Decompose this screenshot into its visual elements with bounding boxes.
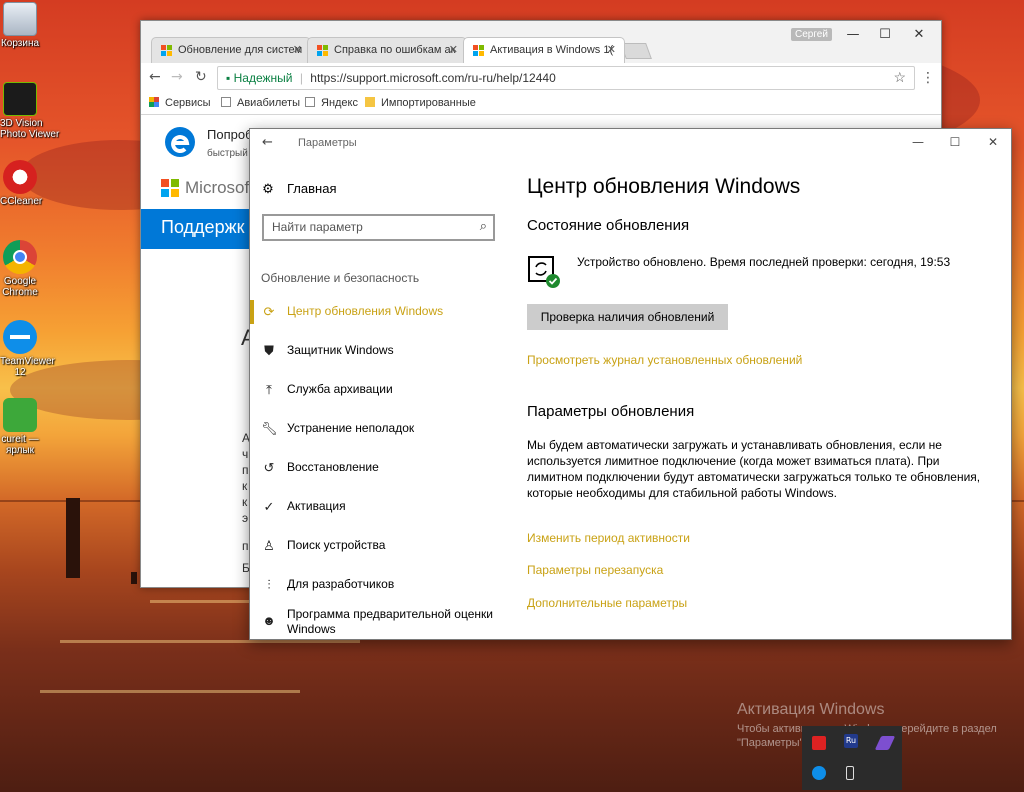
nav-item-insider[interactable]: ☻ Программа предварительной оценки Windo… [250, 607, 512, 641]
microsoft-logo-icon [161, 179, 179, 197]
bookmark-star-icon[interactable]: ☆ [893, 69, 906, 86]
check-circle-icon: ✓ [263, 499, 275, 514]
settings-content: Центр обновления Windows Состояние обнов… [527, 159, 1007, 639]
close-tab-icon[interactable]: ✕ [449, 43, 458, 56]
search-icon[interactable]: ⌕ [480, 218, 487, 234]
pier-post [131, 572, 137, 584]
history-icon: ↺ [263, 460, 275, 475]
page-icon [305, 97, 315, 107]
water-reflection [40, 690, 300, 693]
bookmarks-bar: Сервисы Авиабилеты Яндекс Импортированны… [141, 93, 941, 115]
status-heading: Состояние обновления [527, 217, 690, 234]
bookmark-flights[interactable]: Авиабилеты [221, 97, 300, 109]
wrench-icon: 🔧︎ [261, 421, 278, 436]
maximize-button[interactable]: ☐ [945, 135, 965, 149]
forward-arrow-icon[interactable]: → [171, 69, 183, 85]
gear-icon: ⚙ [262, 181, 274, 196]
usb-icon[interactable] [846, 766, 854, 780]
tray-overflow: Ru [802, 726, 902, 790]
address-bar[interactable]: ▪ Надежный | https://support.microsoft.c… [217, 66, 915, 90]
nav-item-find-device[interactable]: ♙ Поиск устройства [250, 538, 512, 574]
nav-item-backup[interactable]: ⤒ Служба архивации [250, 382, 512, 418]
person-location-icon: ♙ [263, 538, 275, 553]
activation-watermark-title: Активация Windows [737, 701, 885, 718]
folder-icon [365, 97, 375, 107]
teamviewer-icon [3, 320, 37, 354]
nav-item-recovery[interactable]: ↺ Восстановление [250, 460, 512, 496]
nav-item-windows-update[interactable]: ⟳ Центр обновления Windows [250, 300, 512, 340]
profile-button[interactable]: Сергей [791, 28, 832, 41]
settings-window: ← Параметры — ☐ ✕ ⚙ Главная Найти парамет… [249, 128, 1012, 640]
ccleaner-icon [3, 160, 37, 194]
restart-options-link[interactable]: Параметры перезапуска [527, 563, 663, 577]
refresh-icon: ⟳ [263, 304, 275, 319]
browser-tab[interactable]: Обновление для систем ✕ [151, 37, 311, 63]
options-heading: Параметры обновления [527, 403, 695, 420]
close-tab-icon[interactable]: ✕ [607, 43, 616, 56]
3d-vision-icon [3, 82, 37, 116]
advanced-options-link[interactable]: Дополнительные параметры [527, 596, 687, 610]
cat-icon: ☻ [262, 613, 276, 628]
upload-icon: ⤒ [266, 382, 272, 397]
close-button[interactable]: ✕ [905, 25, 933, 45]
ru-icon[interactable]: Ru [844, 734, 858, 748]
update-status-icon [527, 255, 561, 289]
bookmark-yandex[interactable]: Яндекс [305, 97, 358, 109]
lock-icon: ▪ [226, 71, 231, 85]
status-text: Устройство обновлено. Время последней пр… [577, 255, 951, 269]
check-updates-button[interactable]: Проверка наличия обновлений [527, 304, 728, 330]
close-button[interactable]: ✕ [983, 135, 1003, 149]
minimize-button[interactable]: — [908, 135, 928, 149]
bookmark-imported[interactable]: Импортированные [365, 97, 476, 109]
shield-icon: ⛊ [264, 343, 274, 358]
settings-titlebar: ← Параметры — ☐ ✕ [250, 129, 1011, 159]
page-title: Центр обновления Windows [527, 175, 801, 198]
desktop-icon-chrome[interactable]: Google Chrome [0, 240, 40, 298]
browser-tab-active[interactable]: Активация в Windows 1( ✕ [463, 37, 625, 63]
nav-item-defender[interactable]: ⛊ Защитник Windows [250, 343, 512, 379]
options-description: Мы будем автоматически загружать и устан… [527, 438, 981, 500]
cureit-icon [3, 398, 37, 432]
search-input[interactable]: Найти параметр ⌕ [262, 214, 495, 241]
menu-dots-icon[interactable]: ⋮ [921, 70, 935, 86]
close-tab-icon[interactable]: ✕ [293, 43, 302, 56]
minimize-button[interactable]: — [839, 25, 867, 45]
pier-post [66, 498, 80, 578]
microsoft-favicon-icon [317, 45, 329, 57]
nav-category-heading: Обновление и безопасность [261, 271, 420, 285]
page-icon [221, 97, 231, 107]
desktop-icon-teamviewer[interactable]: TeamViewer 12 [0, 320, 55, 378]
nav-item-activation[interactable]: ✓ Активация [250, 499, 512, 535]
nav-home[interactable]: ⚙ Главная [261, 181, 336, 197]
address-separator: | [299, 71, 303, 85]
feather-icon[interactable] [874, 736, 896, 750]
apps-grid-icon [149, 97, 159, 107]
chrome-toolbar: ← → ↻ ▪ Надежный | https://support.micro… [141, 63, 941, 93]
acrobat-icon[interactable] [812, 736, 826, 750]
desktop-icon-recycle-bin[interactable]: Корзина [0, 2, 40, 49]
desktop-icon-3d-vision[interactable]: 3D Vision Photo Viewer [0, 82, 59, 140]
update-history-link[interactable]: Просмотреть журнал установленных обновле… [527, 353, 802, 367]
chrome-titlebar: Обновление для систем ✕ Справка по ошибк… [141, 21, 941, 63]
teamviewer-icon[interactable] [812, 766, 826, 780]
bookmark-apps[interactable]: Сервисы [149, 97, 211, 109]
microsoft-favicon-icon [473, 45, 485, 57]
chrome-icon [3, 240, 37, 274]
maximize-button[interactable]: ☐ [871, 25, 899, 45]
desktop-icon-ccleaner[interactable]: CCleaner [0, 160, 42, 207]
browser-tab[interactable]: Справка по ошибкам ак ✕ [307, 37, 467, 63]
recycle-bin-icon [3, 2, 37, 36]
reload-icon[interactable]: ↻ [195, 69, 207, 85]
back-arrow-icon[interactable]: ← [149, 69, 161, 85]
sliders-icon: ⫶ [267, 577, 271, 592]
active-hours-link[interactable]: Изменить период активности [527, 531, 690, 545]
edge-logo-icon [163, 125, 197, 159]
back-arrow-icon[interactable]: ← [262, 135, 273, 150]
microsoft-favicon-icon [161, 45, 173, 57]
desktop-icon-cureit[interactable]: cureit — ярлык [0, 398, 40, 456]
settings-nav-pane: ⚙ Главная Найти параметр ⌕ Обновление и б… [250, 159, 512, 639]
active-indicator [250, 300, 254, 324]
nav-item-troubleshoot[interactable]: 🔧︎ Устранение неполадок [250, 421, 512, 457]
